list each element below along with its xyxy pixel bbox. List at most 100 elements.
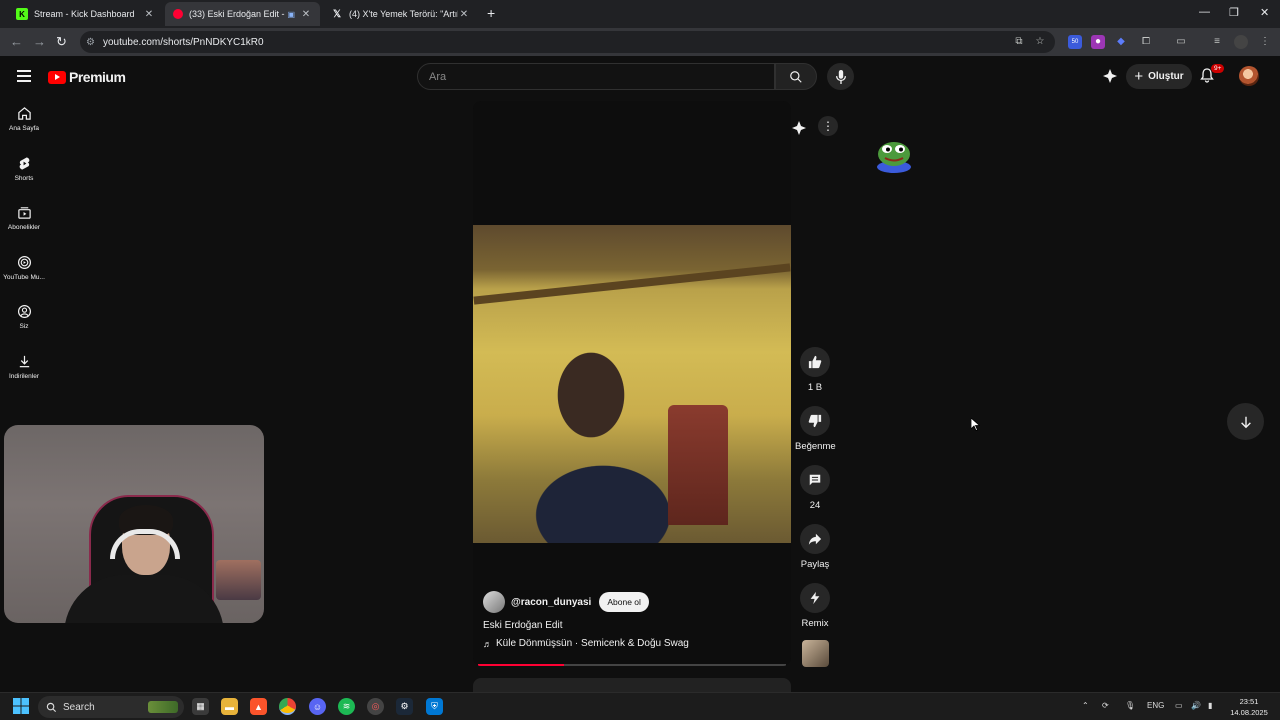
taskbar-search[interactable]: Search	[38, 696, 184, 718]
nav-item-youtube-music[interactable]: YouTube Mu...	[0, 255, 48, 281]
share-icon	[808, 533, 822, 545]
sparkle-shorts-icon[interactable]	[1102, 68, 1118, 89]
close-icon[interactable]: ✕	[458, 9, 470, 20]
search-icon	[790, 70, 802, 83]
extension-icon[interactable]: ◆	[1114, 35, 1128, 49]
search-input[interactable]	[418, 64, 748, 89]
video-scene-desk	[473, 263, 791, 305]
forward-icon[interactable]: →	[33, 34, 46, 49]
tab-title: (33) Eski Erdoğan Edit - You	[189, 9, 287, 19]
battery-icon[interactable]: ▮	[1208, 701, 1212, 710]
more-options-icon[interactable]: ⋮	[818, 116, 838, 136]
address-bar[interactable]: ⚙ youtube.com/shorts/PnNDKYC1kR0	[80, 31, 1055, 53]
voice-search-button[interactable]	[827, 63, 854, 90]
remix-label: Remix	[801, 618, 829, 629]
youtube-play-icon	[48, 70, 66, 84]
browser-tab-bar: K Stream - Kick Dashboard ✕ (33) Eski Er…	[0, 0, 1280, 28]
bookmark-star-icon[interactable]: ☆	[1033, 35, 1047, 49]
close-window-button[interactable]: ✕	[1260, 6, 1269, 19]
volume-icon[interactable]: 🔊	[1191, 701, 1201, 710]
video-progress-bar[interactable]	[478, 664, 786, 666]
brave-browser-icon[interactable]: ▲	[250, 698, 267, 715]
channel-name[interactable]: @racon_dunyasi	[511, 597, 591, 608]
menu-kebab-icon[interactable]: ⋮	[1258, 35, 1272, 49]
url-text[interactable]: youtube.com/shorts/PnNDKYC1kR0	[103, 37, 264, 48]
media-control-icon[interactable]: ≡	[1210, 35, 1224, 49]
nav-item-downloads[interactable]: İndirilenler	[0, 354, 48, 380]
video-frame[interactable]	[473, 225, 791, 543]
tab-youtube-short[interactable]: (33) Eski Erdoğan Edit - You ▣ ✕	[165, 2, 320, 26]
file-explorer-icon[interactable]: ▬	[221, 698, 238, 715]
microphone-icon[interactable]: 🎙	[1125, 701, 1135, 710]
close-icon[interactable]: ✕	[143, 9, 155, 20]
pepe-emote-overlay	[876, 137, 912, 173]
comment-icon	[809, 474, 821, 486]
extension-icon[interactable]: ●	[1091, 35, 1105, 49]
system-clock[interactable]: 23:51 14.08.2025	[1226, 696, 1272, 718]
shorts-player[interactable]: @racon_dunyasi Abone ol Eski Erdoğan Edi…	[473, 101, 791, 666]
account-avatar[interactable]	[1239, 66, 1259, 86]
extensions-puzzle-icon[interactable]: ⧠	[1139, 35, 1153, 49]
discord-icon[interactable]: ☺	[309, 698, 326, 715]
network-icon[interactable]: ▭	[1175, 701, 1183, 710]
back-icon[interactable]: ←	[10, 34, 23, 49]
remix-button[interactable]: Remix	[795, 583, 835, 629]
subscribe-button[interactable]: Abone ol	[599, 592, 649, 612]
chevron-up-icon[interactable]: ⌃	[1082, 701, 1089, 710]
video-scene-chair	[668, 405, 728, 525]
sparkle-icon[interactable]	[791, 120, 807, 141]
music-row[interactable]: ♬ Küle Dönmüşsün · Semicenk & Doğu Swag	[483, 638, 689, 649]
obs-icon[interactable]: ◎	[367, 698, 384, 715]
arrow-down-icon	[1240, 416, 1251, 428]
sync-icon[interactable]: ⟳	[1102, 701, 1109, 710]
x-icon: 𝕏	[332, 8, 342, 20]
windows-taskbar: Search ▦ ▬ ▲ ☺ ≋ ◎ ⚙ ⛨ ⌃ ⟳ 🎙 ENG ▭ 🔊 ▮ 2…	[0, 692, 1280, 720]
language-indicator[interactable]: ENG	[1147, 701, 1164, 710]
new-tab-button[interactable]: +	[487, 5, 495, 21]
next-short-button[interactable]	[1227, 403, 1264, 440]
microphone-icon	[835, 69, 846, 84]
security-shield-icon[interactable]: ⛨	[426, 698, 443, 715]
hamburger-menu-icon[interactable]	[17, 70, 31, 85]
tab-x-post[interactable]: 𝕏 (4) X'te Yemek Terörü: "Artık da ✕	[323, 2, 478, 26]
youtube-logo[interactable]: Premium	[48, 69, 126, 85]
channel-avatar[interactable]	[483, 591, 505, 613]
reload-icon[interactable]: ↻	[56, 34, 67, 50]
windows-start-icon[interactable]	[13, 698, 29, 719]
task-view-icon[interactable]: ▦	[192, 698, 209, 715]
comments-button[interactable]: 24	[795, 465, 835, 511]
logo-text: Premium	[69, 69, 126, 85]
like-button[interactable]: 1 B	[795, 347, 835, 393]
notifications-button[interactable]: 9+	[1200, 64, 1225, 88]
nav-item-shorts[interactable]: Shorts	[0, 156, 48, 182]
search-button[interactable]	[775, 63, 817, 90]
extension-badge-icon[interactable]: 50	[1068, 35, 1082, 49]
steam-icon[interactable]: ⚙	[396, 698, 413, 715]
search-box[interactable]	[417, 63, 775, 90]
nav-item-home[interactable]: Ana Sayfa	[0, 106, 48, 132]
spotify-icon[interactable]: ≋	[338, 698, 355, 715]
side-panel-icon[interactable]: ▭	[1174, 35, 1188, 49]
tab-title: Stream - Kick Dashboard	[34, 9, 135, 19]
clock-time: 23:51	[1239, 697, 1259, 706]
short-title[interactable]: Eski Erdoğan Edit	[483, 620, 563, 631]
next-short-preview[interactable]	[473, 678, 791, 692]
tab-kick-dashboard[interactable]: K Stream - Kick Dashboard ✕	[8, 2, 163, 26]
restore-button[interactable]: ❐	[1229, 6, 1239, 19]
background-poster	[216, 560, 261, 600]
tab-title: (4) X'te Yemek Terörü: "Artık da	[349, 9, 458, 19]
share-button[interactable]: Paylaş	[795, 524, 835, 570]
install-app-icon[interactable]: ⧉	[1012, 35, 1026, 49]
search-icon	[46, 702, 57, 712]
audio-source-thumbnail[interactable]	[802, 640, 829, 667]
mouse-cursor	[970, 417, 981, 436]
close-icon[interactable]: ✕	[300, 9, 312, 20]
chrome-icon[interactable]	[279, 698, 296, 715]
create-button[interactable]: + Oluştur	[1126, 64, 1192, 89]
profile-avatar-icon[interactable]	[1234, 35, 1248, 49]
dislike-button[interactable]: Beğenme	[795, 406, 836, 452]
minimize-button[interactable]: —	[1199, 6, 1210, 18]
site-info-icon[interactable]: ⚙	[86, 37, 95, 48]
nav-item-you[interactable]: Siz	[0, 304, 48, 330]
nav-item-subscriptions[interactable]: Abonelikler	[0, 205, 48, 231]
